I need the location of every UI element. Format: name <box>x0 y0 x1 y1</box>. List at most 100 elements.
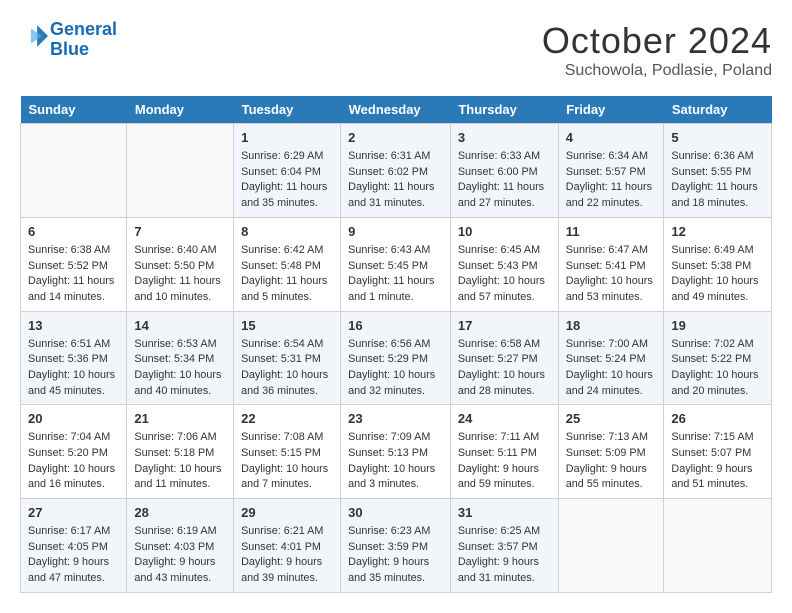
week-row-1: 1 Sunrise: 6:29 AMSunset: 6:04 PMDaylight… <box>21 124 772 218</box>
month-title: October 2024 <box>542 20 772 62</box>
day-info: Sunrise: 7:04 AMSunset: 5:20 PMDaylight:… <box>28 430 119 493</box>
day-number: 4 <box>566 129 657 147</box>
day-number: 6 <box>28 223 119 241</box>
header-monday: Monday <box>127 96 234 124</box>
day-info: Sunrise: 7:00 AMSunset: 5:24 PMDaylight:… <box>566 337 657 400</box>
day-cell: 17Sunrise: 6:58 AMSunset: 5:27 PMDayligh… <box>450 311 558 405</box>
title-section: October 2024 Suchowola, Podlasie, Poland <box>542 20 772 80</box>
day-number: 17 <box>458 317 551 335</box>
day-info: Sunrise: 6:33 AMSunset: 6:00 PMDaylight:… <box>458 149 551 212</box>
day-info: Sunrise: 7:06 AMSunset: 5:18 PMDaylight:… <box>134 430 226 493</box>
day-info: Sunrise: 6:17 AMSunset: 4:05 PMDaylight:… <box>28 524 119 587</box>
day-cell <box>664 499 772 593</box>
day-number: 13 <box>28 317 119 335</box>
day-number: 10 <box>458 223 551 241</box>
week-row-4: 20 Sunrise: 7:04 AMSunset: 5:20 PMDayligh… <box>21 405 772 499</box>
day-info: Sunrise: 7:15 AMSunset: 5:07 PMDaylight:… <box>671 430 764 493</box>
day-cell: 10 Sunrise: 6:45 AMSunset: 5:43 PMDayligh… <box>450 217 558 311</box>
day-number: 9 <box>348 223 443 241</box>
day-number: 24 <box>458 410 551 428</box>
day-number: 18 <box>566 317 657 335</box>
day-info: Sunrise: 7:11 AMSunset: 5:11 PMDaylight:… <box>458 430 551 493</box>
day-number: 2 <box>348 129 443 147</box>
day-number: 12 <box>671 223 764 241</box>
day-info: Sunrise: 7:08 AMSunset: 5:15 PMDaylight:… <box>241 430 333 493</box>
day-cell: 8 Sunrise: 6:42 AMSunset: 5:48 PMDaylight… <box>234 217 341 311</box>
day-info: Sunrise: 6:54 AMSunset: 5:31 PMDaylight:… <box>241 337 333 400</box>
day-number: 15 <box>241 317 333 335</box>
day-info: Sunrise: 6:51 AMSunset: 5:36 PMDaylight:… <box>28 337 119 400</box>
day-cell: 29 Sunrise: 6:21 AMSunset: 4:01 PMDayligh… <box>234 499 341 593</box>
header-thursday: Thursday <box>450 96 558 124</box>
logo-text: GeneralBlue <box>50 20 117 60</box>
day-cell: 11Sunrise: 6:47 AMSunset: 5:41 PMDayligh… <box>558 217 664 311</box>
day-cell: 15 Sunrise: 6:54 AMSunset: 5:31 PMDayligh… <box>234 311 341 405</box>
day-cell: 7Sunrise: 6:40 AMSunset: 5:50 PMDaylight… <box>127 217 234 311</box>
day-info: Sunrise: 6:23 AMSunset: 3:59 PMDaylight:… <box>348 524 443 587</box>
day-number: 16 <box>348 317 443 335</box>
day-number: 7 <box>134 223 226 241</box>
day-cell: 1 Sunrise: 6:29 AMSunset: 6:04 PMDaylight… <box>234 124 341 218</box>
day-cell: 30 Sunrise: 6:23 AMSunset: 3:59 PMDayligh… <box>341 499 451 593</box>
day-cell: 6Sunrise: 6:38 AMSunset: 5:52 PMDaylight… <box>21 217 127 311</box>
day-number: 22 <box>241 410 333 428</box>
day-info: Sunrise: 6:21 AMSunset: 4:01 PMDaylight:… <box>241 524 333 587</box>
day-cell: 25Sunrise: 7:13 AMSunset: 5:09 PMDayligh… <box>558 405 664 499</box>
calendar-table: SundayMondayTuesdayWednesdayThursdayFrid… <box>20 96 772 593</box>
day-cell: 28Sunrise: 6:19 AMSunset: 4:03 PMDayligh… <box>127 499 234 593</box>
day-info: Sunrise: 6:45 AMSunset: 5:43 PMDaylight:… <box>458 243 551 306</box>
day-number: 21 <box>134 410 226 428</box>
day-info: Sunrise: 6:31 AMSunset: 6:02 PMDaylight:… <box>348 149 443 212</box>
day-number: 14 <box>134 317 226 335</box>
week-row-5: 27 Sunrise: 6:17 AMSunset: 4:05 PMDayligh… <box>21 499 772 593</box>
day-info: Sunrise: 6:56 AMSunset: 5:29 PMDaylight:… <box>348 337 443 400</box>
day-cell <box>558 499 664 593</box>
day-cell: 5Sunrise: 6:36 AMSunset: 5:55 PMDaylight… <box>664 124 772 218</box>
day-info: Sunrise: 6:25 AMSunset: 3:57 PMDaylight:… <box>458 524 551 587</box>
day-number: 5 <box>671 129 764 147</box>
day-cell: 20 Sunrise: 7:04 AMSunset: 5:20 PMDayligh… <box>21 405 127 499</box>
day-cell: 2 Sunrise: 6:31 AMSunset: 6:02 PMDaylight… <box>341 124 451 218</box>
day-number: 19 <box>671 317 764 335</box>
day-cell: 18 Sunrise: 7:00 AMSunset: 5:24 PMDayligh… <box>558 311 664 405</box>
day-number: 31 <box>458 504 551 522</box>
day-number: 25 <box>566 410 657 428</box>
day-info: Sunrise: 6:43 AMSunset: 5:45 PMDaylight:… <box>348 243 443 306</box>
day-number: 20 <box>28 410 119 428</box>
day-number: 23 <box>348 410 443 428</box>
logo: GeneralBlue <box>20 20 117 60</box>
day-number: 8 <box>241 223 333 241</box>
page-header: GeneralBlue October 2024 Suchowola, Podl… <box>20 20 772 80</box>
day-cell: 12 Sunrise: 6:49 AMSunset: 5:38 PMDayligh… <box>664 217 772 311</box>
week-row-3: 13 Sunrise: 6:51 AMSunset: 5:36 PMDayligh… <box>21 311 772 405</box>
day-info: Sunrise: 7:09 AMSunset: 5:13 PMDaylight:… <box>348 430 443 493</box>
day-cell: 31 Sunrise: 6:25 AMSunset: 3:57 PMDayligh… <box>450 499 558 593</box>
header-sunday: Sunday <box>21 96 127 124</box>
day-cell: 23 Sunrise: 7:09 AMSunset: 5:13 PMDayligh… <box>341 405 451 499</box>
day-cell: 21 Sunrise: 7:06 AMSunset: 5:18 PMDayligh… <box>127 405 234 499</box>
day-cell: 22 Sunrise: 7:08 AMSunset: 5:15 PMDayligh… <box>234 405 341 499</box>
day-cell: 24 Sunrise: 7:11 AMSunset: 5:11 PMDayligh… <box>450 405 558 499</box>
location: Suchowola, Podlasie, Poland <box>542 62 772 80</box>
day-cell: 14 Sunrise: 6:53 AMSunset: 5:34 PMDayligh… <box>127 311 234 405</box>
week-row-2: 6Sunrise: 6:38 AMSunset: 5:52 PMDaylight… <box>21 217 772 311</box>
logo-icon <box>20 22 48 50</box>
day-info: Sunrise: 6:49 AMSunset: 5:38 PMDaylight:… <box>671 243 764 306</box>
day-cell: 16 Sunrise: 6:56 AMSunset: 5:29 PMDayligh… <box>341 311 451 405</box>
day-info: Sunrise: 6:47 AMSunset: 5:41 PMDaylight:… <box>566 243 657 306</box>
day-info: Sunrise: 7:02 AMSunset: 5:22 PMDaylight:… <box>671 337 764 400</box>
day-info: Sunrise: 6:42 AMSunset: 5:48 PMDaylight:… <box>241 243 333 306</box>
day-cell: 13 Sunrise: 6:51 AMSunset: 5:36 PMDayligh… <box>21 311 127 405</box>
day-info: Sunrise: 6:34 AMSunset: 5:57 PMDaylight:… <box>566 149 657 212</box>
day-cell: 19 Sunrise: 7:02 AMSunset: 5:22 PMDayligh… <box>664 311 772 405</box>
day-info: Sunrise: 6:29 AMSunset: 6:04 PMDaylight:… <box>241 149 333 212</box>
header-saturday: Saturday <box>664 96 772 124</box>
header-friday: Friday <box>558 96 664 124</box>
day-number: 1 <box>241 129 333 147</box>
day-number: 27 <box>28 504 119 522</box>
day-number: 29 <box>241 504 333 522</box>
day-info: Sunrise: 6:53 AMSunset: 5:34 PMDaylight:… <box>134 337 226 400</box>
day-cell: 27 Sunrise: 6:17 AMSunset: 4:05 PMDayligh… <box>21 499 127 593</box>
day-number: 30 <box>348 504 443 522</box>
day-cell <box>127 124 234 218</box>
